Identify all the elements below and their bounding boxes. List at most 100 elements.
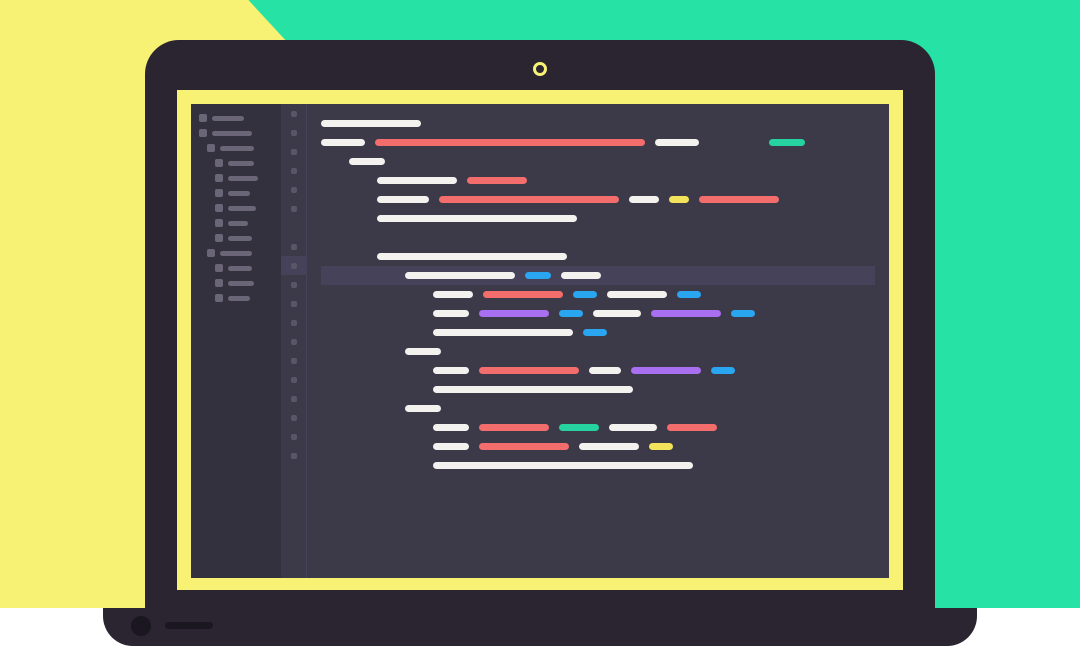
code-line — [321, 190, 875, 209]
file-tree-item — [199, 174, 273, 182]
file-label — [220, 251, 252, 256]
file-label — [228, 221, 248, 226]
code-token — [649, 443, 673, 450]
file-icon — [207, 249, 215, 257]
gutter-marker — [281, 218, 306, 237]
file-icon — [199, 129, 207, 137]
laptop-illustration — [145, 40, 935, 608]
code-token — [405, 272, 515, 279]
gutter-marker — [281, 256, 306, 275]
code-token — [467, 177, 527, 184]
code-token — [559, 424, 599, 431]
code-token — [525, 272, 551, 279]
code-line — [321, 247, 875, 266]
code-token — [607, 291, 667, 298]
file-tree-item — [199, 234, 273, 242]
code-token — [711, 367, 735, 374]
code-token — [433, 367, 469, 374]
file-icon — [215, 159, 223, 167]
file-label — [228, 296, 250, 301]
code-token — [433, 291, 473, 298]
code-token — [583, 329, 607, 336]
code-line — [321, 418, 875, 437]
gutter-marker — [281, 161, 306, 180]
file-tree-item — [199, 144, 273, 152]
gutter-marker — [281, 351, 306, 370]
gutter-marker — [281, 237, 306, 256]
code-line — [321, 266, 875, 285]
code-token — [479, 443, 569, 450]
gutter-marker — [281, 427, 306, 446]
file-tree-item — [199, 114, 273, 122]
code-token — [589, 367, 621, 374]
code-token — [479, 310, 549, 317]
file-label — [212, 131, 252, 136]
gutter-marker — [281, 123, 306, 142]
code-line — [321, 456, 875, 475]
code-token — [769, 139, 805, 146]
gutter-marker — [281, 446, 306, 465]
code-token — [349, 158, 385, 165]
gutter-marker — [281, 389, 306, 408]
code-token — [483, 291, 563, 298]
code-line — [321, 380, 875, 399]
code-token — [439, 196, 619, 203]
gutter-marker — [281, 332, 306, 351]
file-tree-sidebar — [191, 104, 281, 578]
file-icon — [207, 144, 215, 152]
code-token — [559, 310, 583, 317]
gutter-marker — [281, 275, 306, 294]
code-token — [677, 291, 701, 298]
code-token — [669, 196, 689, 203]
code-token — [667, 424, 717, 431]
file-label — [228, 206, 256, 211]
gutter-marker — [281, 199, 306, 218]
file-tree-item — [199, 264, 273, 272]
code-token — [375, 139, 645, 146]
code-line — [321, 323, 875, 342]
code-token — [377, 177, 457, 184]
code-line — [321, 209, 875, 228]
file-icon — [215, 234, 223, 242]
code-token — [593, 310, 641, 317]
code-line — [321, 361, 875, 380]
editor-screen — [191, 104, 889, 578]
code-token — [479, 424, 549, 431]
code-token — [377, 253, 567, 260]
code-token — [651, 310, 721, 317]
file-label — [228, 191, 250, 196]
file-tree-item — [199, 294, 273, 302]
file-tree-item — [199, 159, 273, 167]
file-tree-item — [199, 279, 273, 287]
camera-icon — [533, 62, 547, 76]
gutter-marker — [281, 408, 306, 427]
code-token — [321, 120, 421, 127]
code-token — [561, 272, 601, 279]
code-line — [321, 399, 875, 418]
code-token — [433, 329, 573, 336]
gutter-marker — [281, 294, 306, 313]
vent-icon — [165, 622, 213, 629]
code-token — [631, 367, 701, 374]
gutter-marker — [281, 370, 306, 389]
code-token — [377, 196, 429, 203]
code-token — [629, 196, 659, 203]
code-line — [321, 114, 875, 133]
file-tree-item — [199, 249, 273, 257]
file-label — [212, 116, 244, 121]
hinge-knob-icon — [131, 616, 151, 636]
gutter-marker — [281, 104, 306, 123]
file-label — [220, 146, 254, 151]
code-token — [433, 310, 469, 317]
gutter-marker — [281, 313, 306, 332]
code-token — [479, 367, 579, 374]
file-tree-item — [199, 219, 273, 227]
code-line — [321, 152, 875, 171]
line-gutter — [281, 104, 307, 578]
code-token — [405, 348, 441, 355]
code-editor — [307, 104, 889, 578]
code-line — [321, 304, 875, 323]
code-token — [377, 215, 577, 222]
file-label — [228, 176, 258, 181]
gutter-marker — [281, 142, 306, 161]
